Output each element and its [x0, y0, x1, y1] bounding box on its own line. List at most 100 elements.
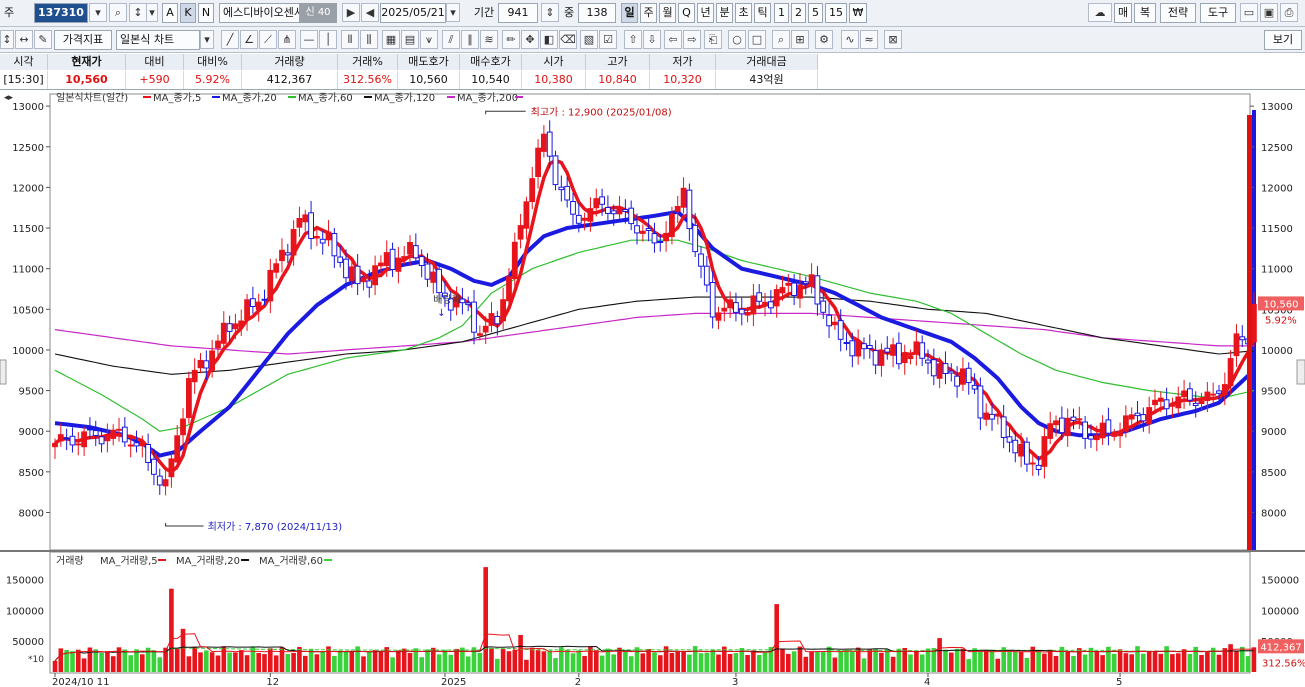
cycle-tool-icon[interactable]: ⦀	[341, 30, 359, 49]
wave-icon[interactable]: ∿	[841, 30, 859, 49]
buy-button[interactable]: 매	[1114, 3, 1132, 23]
pencil-icon[interactable]: ✏	[502, 30, 520, 49]
scroll-left-icon[interactable]: ⇦	[664, 30, 682, 49]
interval-5-button[interactable]: 5	[808, 3, 823, 23]
stock-code-input[interactable]: 137310	[34, 3, 88, 23]
price-indicator-button[interactable]: 가격지표	[54, 30, 112, 50]
filter-n-button[interactable]: N	[198, 3, 214, 23]
candle-body	[564, 185, 571, 201]
date-dropdown-icon[interactable]: ▾	[446, 3, 460, 22]
circle-tool-icon[interactable]: ○	[728, 30, 746, 49]
print-icon[interactable]: ⎙	[1280, 3, 1298, 22]
period-year-button[interactable]: 년	[697, 3, 714, 23]
multi-button[interactable]: 복	[1134, 3, 1156, 23]
last-change-label: 5.92%	[1265, 315, 1297, 326]
filter-k-button[interactable]: K	[180, 3, 196, 23]
candle-body	[1163, 399, 1170, 410]
scroll-up-icon[interactable]: ⇧	[624, 30, 642, 49]
strategy-button[interactable]: 전략	[1160, 3, 1196, 23]
chart-type-dropdown-icon[interactable]: ▾	[200, 30, 214, 49]
volume-bar	[547, 650, 552, 672]
candle-body	[930, 359, 937, 377]
interval-1-button[interactable]: 1	[774, 3, 789, 23]
fan-tool-icon[interactable]: ⋔	[278, 30, 296, 49]
candle-body	[1105, 419, 1112, 434]
side-handle[interactable]	[1296, 359, 1305, 385]
sort-dropdown-icon[interactable]: ▾	[146, 3, 158, 22]
trend-tool-icon[interactable]: ⟋	[259, 30, 277, 49]
vline-tool-icon[interactable]: │	[319, 30, 337, 49]
grid-tool-icon[interactable]: ▦	[382, 30, 400, 49]
zoom-icon[interactable]: ⌕	[772, 30, 790, 49]
price-chart[interactable]: 8000 8000 8500 8500 9000 9000 9500 9500 10000 100…	[0, 90, 1305, 687]
interval-2-button[interactable]: 2	[791, 3, 806, 23]
cloud-icon[interactable]: ☁	[1088, 3, 1112, 22]
chart-type-select[interactable]: 일본식 차트	[116, 30, 200, 50]
period-week-button[interactable]: 주	[640, 3, 657, 23]
volume-bar	[238, 650, 244, 672]
page-icon[interactable]: ⎗	[704, 30, 722, 49]
folder-icon[interactable]: ▭	[1240, 3, 1258, 22]
save-icon[interactable]: ▣	[1260, 3, 1278, 22]
wave2-icon[interactable]: ≈	[860, 30, 878, 49]
angle-tool-icon[interactable]: ∠	[240, 30, 258, 49]
search-icon[interactable]: ⌕	[109, 3, 127, 22]
prev-icon[interactable]: ◀	[361, 3, 379, 22]
settings-icon[interactable]: ⚙	[815, 30, 833, 49]
interval-15-button[interactable]: 15	[825, 3, 847, 23]
period-input[interactable]: 941	[498, 3, 538, 23]
volume-bar	[727, 654, 733, 672]
candle-body	[1093, 435, 1100, 441]
period-tick-button[interactable]: 틱	[754, 3, 771, 23]
left-handle[interactable]	[0, 359, 7, 385]
eraser-icon[interactable]: ⌫	[559, 30, 577, 49]
next-icon[interactable]: ▶	[342, 3, 360, 22]
quote-ask: 10,560	[398, 71, 460, 89]
zoom-area-icon[interactable]: ⊞	[791, 30, 809, 49]
volume-bar	[320, 652, 325, 672]
y-tick-label-left: 12500	[12, 143, 44, 154]
candle-body	[674, 206, 681, 212]
horizontal-arrows-icon[interactable]: ↔	[15, 30, 33, 49]
period-spin-icon[interactable]: ⇕	[541, 3, 559, 22]
currency-button[interactable]: ₩	[849, 3, 867, 23]
code-dropdown-icon[interactable]: ▾	[89, 3, 107, 22]
line-tool-icon[interactable]: ╱	[221, 30, 239, 49]
period-minute-button[interactable]: 분	[716, 3, 733, 23]
vertical-arrows-icon[interactable]: ↕	[0, 30, 14, 49]
view-button[interactable]: 보기	[1264, 30, 1302, 50]
sort-icon[interactable]: ↕	[129, 3, 147, 22]
market-type-label[interactable]: 주	[2, 3, 16, 23]
candle-body	[1029, 462, 1036, 465]
checklist-icon[interactable]: ☑	[599, 30, 617, 49]
parallel-tool-icon[interactable]: ∥	[461, 30, 479, 49]
table-tool-icon[interactable]: ▤	[401, 30, 419, 49]
period-tool-icon[interactable]: ⫼	[360, 30, 378, 49]
last-volume-label: 412,367	[1260, 642, 1301, 653]
fibo-tool-icon[interactable]: ≋	[480, 30, 498, 49]
volume-bar	[489, 648, 494, 672]
period-second-button[interactable]: 초	[735, 3, 752, 23]
candle-body	[1169, 404, 1176, 407]
scroll-down-icon[interactable]: ⇩	[643, 30, 661, 49]
period-month-button[interactable]: 월	[659, 3, 676, 23]
rect-tool-icon[interactable]: □	[748, 30, 766, 49]
period-day-button[interactable]: 일	[621, 3, 638, 23]
scroll-right-icon[interactable]: ⇨	[683, 30, 701, 49]
tools-button[interactable]: 도구	[1200, 3, 1236, 23]
property-icon[interactable]: ▧	[580, 30, 598, 49]
date-input[interactable]: 2025/05/21	[380, 3, 446, 23]
palette-icon[interactable]: ◧	[540, 30, 558, 49]
edit-icon[interactable]: ✎	[34, 30, 52, 49]
candle-body	[383, 252, 390, 267]
export-icon[interactable]: ⊠	[884, 30, 902, 49]
filter-a-button[interactable]: A	[162, 3, 178, 23]
collapse-arrows-icon[interactable]: ◂▸	[4, 93, 14, 103]
candle-body	[692, 224, 699, 253]
period-quarter-button[interactable]: Q	[678, 3, 695, 23]
interval-input[interactable]: 138	[578, 3, 616, 23]
cross-icon[interactable]: ✥	[521, 30, 539, 49]
channel-tool-icon[interactable]: ⫽	[442, 30, 460, 49]
fork-tool-icon[interactable]: ⩛	[420, 30, 438, 49]
hline-tool-icon[interactable]: —	[300, 30, 318, 49]
